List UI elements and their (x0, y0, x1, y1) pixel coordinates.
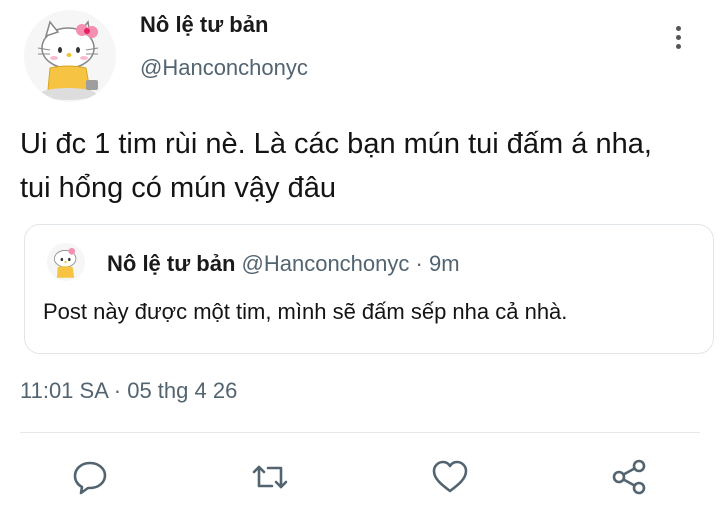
tweet-text: Ui đc 1 tim rùi nè. Là các bạn mún tui đ… (20, 128, 652, 204)
tweet-timestamp[interactable]: 11:01 SA · 05 thg 4 26 (20, 378, 237, 404)
action-bar (0, 455, 720, 505)
like-icon (432, 460, 468, 493)
author-avatar[interactable] (24, 10, 116, 102)
reply-icon (73, 461, 107, 495)
divider (20, 432, 700, 433)
hello-kitty-avatar-image (54, 247, 77, 278)
like-button[interactable] (428, 455, 472, 499)
quoted-author-name: Nô lệ tư bản (107, 251, 236, 276)
share-button[interactable] (608, 455, 652, 499)
hello-kitty-avatar-image (37, 20, 99, 100)
retweet-icon (252, 465, 288, 489)
quoted-header: Nô lệ tư bản @Hanconchonyc · 9m (107, 251, 460, 277)
quoted-author-handle: @Hanconchonyc (241, 251, 410, 276)
author-name[interactable]: Nô lệ tư bản (140, 12, 268, 38)
reply-button[interactable] (68, 455, 112, 499)
more-options-icon[interactable] (664, 20, 692, 54)
quoted-tweet-card[interactable]: Nô lệ tư bản @Hanconchonyc · 9m Post này… (24, 224, 714, 354)
quoted-author-avatar (47, 243, 85, 281)
quoted-tweet-text: Post này được một tim, mình sẽ đấm sếp n… (43, 299, 568, 324)
share-icon (612, 459, 646, 495)
quoted-separator: · (415, 251, 423, 276)
quoted-time: 9m (428, 251, 460, 276)
retweet-button[interactable] (248, 455, 292, 499)
author-handle[interactable]: @Hanconchonyc (140, 55, 308, 81)
